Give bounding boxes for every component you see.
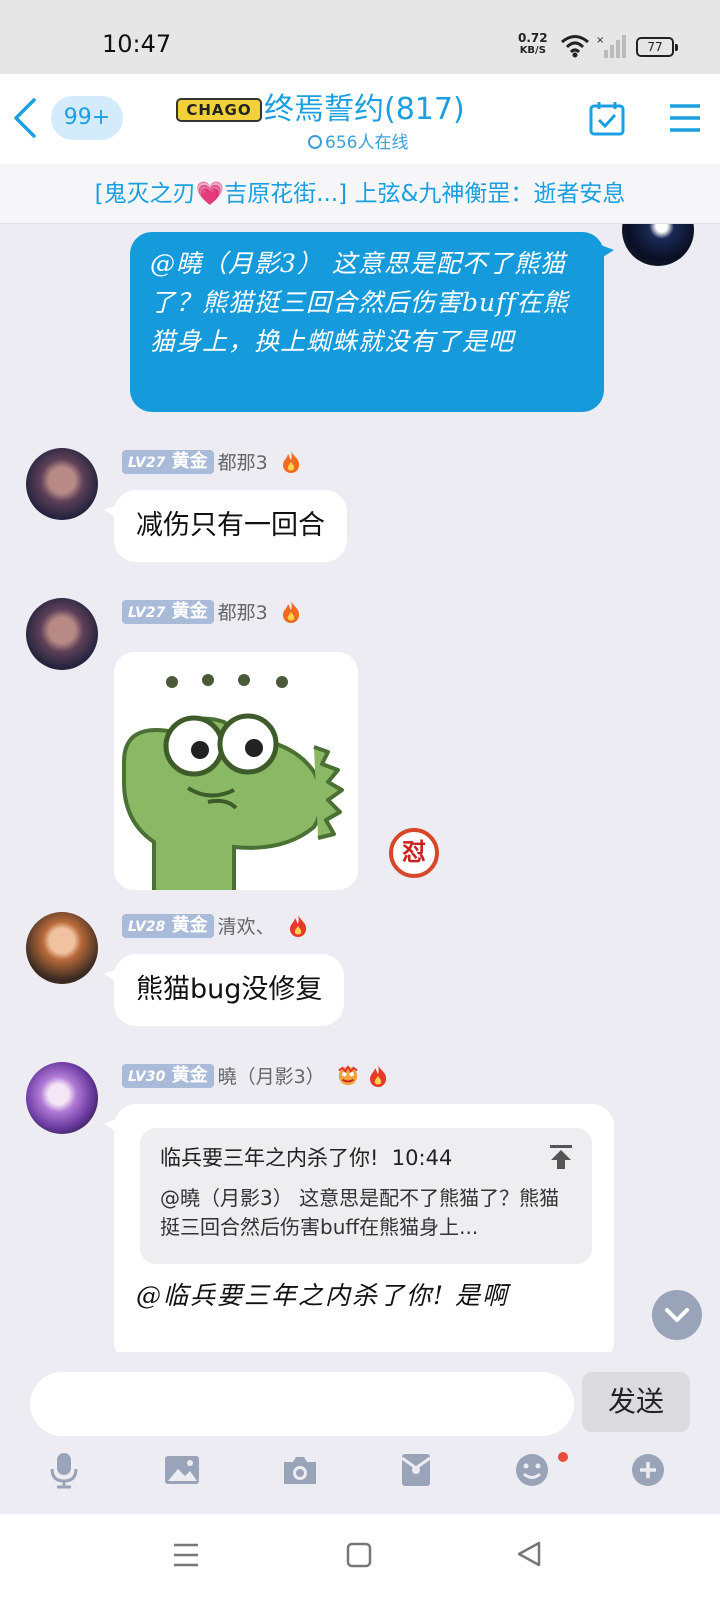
svg-text:×: × — [596, 35, 604, 46]
sender-info: LV27 黄金 都那3 — [122, 598, 302, 624]
plus-icon[interactable] — [628, 1450, 668, 1490]
frog-sticker-icon — [122, 674, 344, 890]
online-count[interactable]: 656人在线 — [308, 128, 408, 153]
calendar-check-icon[interactable] — [588, 100, 626, 138]
message-bubble[interactable]: 熊猫bug没修复 — [103, 954, 345, 1026]
microphone-icon[interactable] — [44, 1450, 84, 1490]
self-message-bubble[interactable]: @曉（月影3） 这意思是配不了熊猫了？熊猫挺三回合然后伤害buff在熊猫身上，换… — [130, 232, 614, 412]
avatar[interactable] — [26, 448, 98, 520]
scroll-to-bottom-button[interactable] — [652, 1290, 702, 1340]
message-bubble[interactable]: 减伤只有一回合 — [104, 490, 347, 562]
reply-text: @临兵要三年之内杀了你! 是啊 — [136, 1281, 509, 1310]
sender-name[interactable]: 都那3 — [218, 602, 268, 624]
sender-info: LV27 黄金 都那3 — [122, 448, 302, 474]
group-announcement[interactable]: [鬼灭之刃💗吉原花街...] 上弦&九神衡罡：逝者安息 — [0, 164, 720, 224]
quoted-message[interactable]: 临兵要三年之内杀了你! 10:44 @曉（月影3） 这意思是配不了熊猫了？熊猫挺… — [140, 1128, 592, 1264]
avatar[interactable] — [26, 598, 98, 670]
sender-info: LV28 黄金 清欢、 — [122, 912, 309, 938]
input-bar: 发送 — [0, 1352, 720, 1436]
status-time: 10:47 — [102, 30, 172, 58]
message-input[interactable] — [30, 1372, 574, 1436]
chat-header: 99+ CHAGO 终焉誓约(817) 656人在线 — [0, 74, 720, 164]
online-count-text: 656人在线 — [325, 133, 409, 153]
emoji-icon[interactable] — [512, 1450, 552, 1490]
quote-header: 临兵要三年之内杀了你! 10:44 — [160, 1142, 572, 1172]
status-bar: 10:47 0.72 KB/S × 77 — [0, 0, 720, 74]
avatar[interactable] — [26, 912, 98, 984]
sender-info: LV30 黄金 曉（月影3） — [122, 1062, 389, 1088]
network-speed: 0.72 KB/S — [518, 31, 548, 57]
frog-sticker-image[interactable] — [114, 652, 358, 890]
avatar[interactable] — [26, 1062, 98, 1134]
recent-apps-icon[interactable] — [172, 1542, 200, 1568]
red-packet-icon[interactable] — [396, 1450, 436, 1490]
home-icon[interactable] — [346, 1542, 372, 1568]
unread-count-badge[interactable]: 99+ — [51, 96, 123, 140]
system-nav-bar — [0, 1514, 720, 1600]
menu-icon[interactable] — [668, 102, 702, 134]
level-badge: LV27 黄金 — [122, 449, 214, 474]
reply-message-bubble[interactable]: 临兵要三年之内杀了你! 10:44 @曉（月影3） 这意思是配不了熊猫了？熊猫挺… — [104, 1104, 614, 1352]
camera-icon[interactable] — [280, 1450, 320, 1490]
quote-text: @曉（月影3） 这意思是配不了熊猫了？熊猫挺三回合然后伤害buff在熊猫身上..… — [160, 1186, 560, 1239]
battery-icon: 77 — [636, 37, 678, 57]
cell-signal-icon: × — [596, 35, 626, 58]
level-badge: LV30 黄金 — [122, 1063, 214, 1088]
wifi-icon — [561, 35, 589, 58]
sender-name[interactable]: 清欢、 — [218, 916, 275, 938]
reaction-badge[interactable]: 怼 — [389, 828, 439, 878]
jump-to-top-icon[interactable] — [548, 1144, 574, 1170]
toolbar — [0, 1436, 720, 1514]
fire-icon — [282, 600, 299, 623]
sender-name[interactable]: 都那3 — [218, 452, 268, 474]
image-icon[interactable] — [162, 1450, 202, 1490]
quote-time: 10:44 — [391, 1146, 453, 1170]
level-badge: LV27 黄金 — [122, 599, 214, 624]
send-button[interactable]: 发送 — [582, 1372, 690, 1432]
back-triangle-icon[interactable] — [516, 1540, 542, 1568]
fire-icon — [289, 914, 306, 937]
level-badge: LV28 黄金 — [122, 913, 214, 938]
notification-dot — [558, 1452, 568, 1462]
group-title[interactable]: 终焉誓约(817) — [264, 84, 465, 128]
lion-dance-icon — [338, 1064, 358, 1085]
online-status-icon — [308, 135, 322, 149]
quote-author: 临兵要三年之内杀了你! — [160, 1146, 379, 1170]
chevron-down-icon — [665, 1308, 689, 1322]
fire-icon — [282, 450, 299, 473]
network-speed-unit: KB/S — [519, 45, 546, 56]
sender-name[interactable]: 曉（月影3） — [218, 1066, 325, 1088]
self-avatar[interactable] — [622, 224, 694, 266]
back-arrow-icon[interactable] — [10, 96, 40, 140]
chat-messages[interactable]: @曉（月影3） 这意思是配不了熊猫了？熊猫挺三回合然后伤害buff在熊猫身上，换… — [0, 224, 720, 1352]
group-logo: CHAGO — [176, 98, 262, 122]
fire-icon — [369, 1064, 386, 1087]
network-speed-value: 0.72 — [518, 31, 548, 45]
